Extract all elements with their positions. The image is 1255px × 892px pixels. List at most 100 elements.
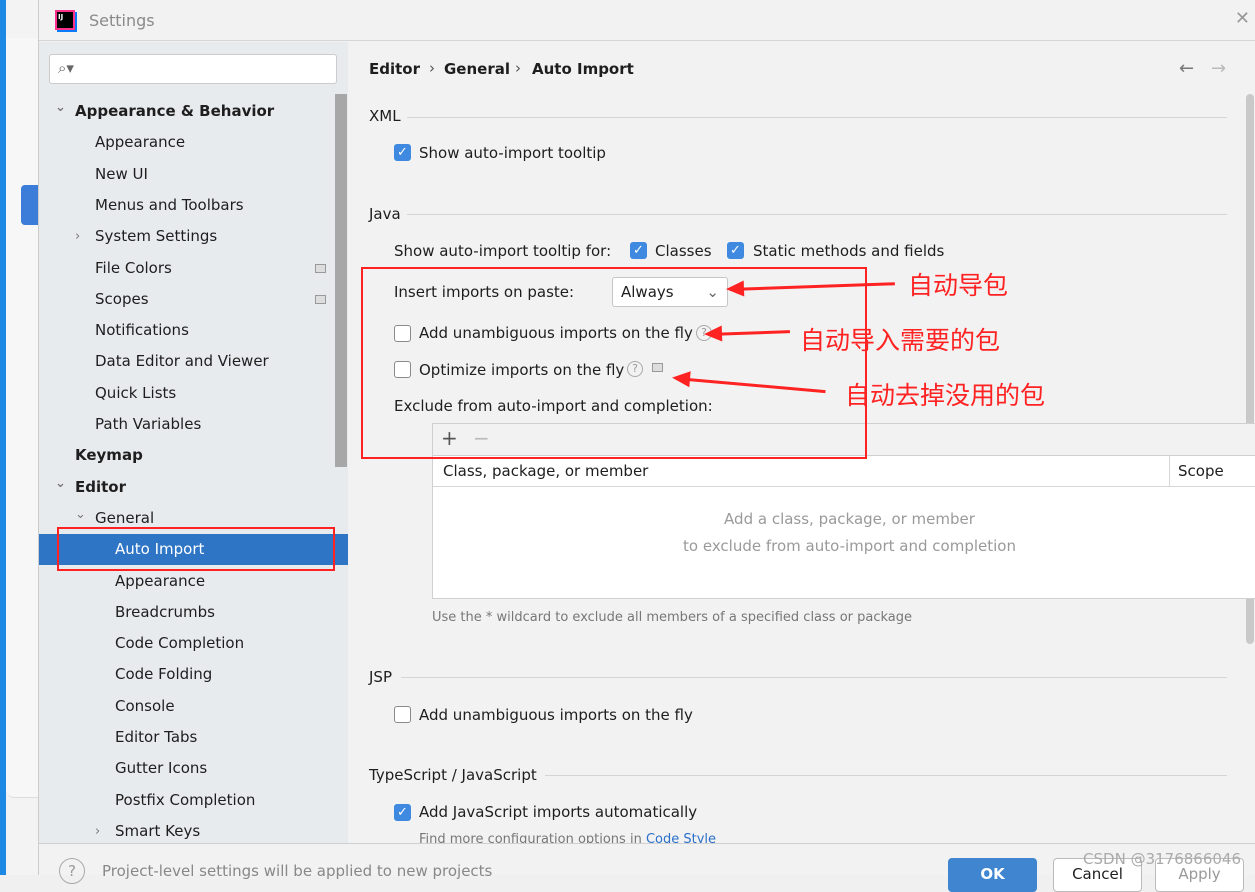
watermark: CSDN @3176866046 [1083,850,1241,868]
static-methods-checkbox[interactable]: ✓ [727,242,744,259]
section-java: Java [369,205,401,223]
breadcrumb-general[interactable]: General [444,60,510,78]
background-window [0,0,38,875]
settings-sidebar: ⌕▾ ⌄ Appearance & Behavior Appearance New U… [39,42,348,843]
tree-item[interactable]: File Colors [95,253,326,284]
sidebar-scrollbar[interactable] [335,94,347,467]
tree-item[interactable]: Path Variables [95,409,201,440]
tree-item-label: Code Folding [115,665,213,684]
title-bar: IJ Settings ✕ [39,0,1255,41]
empty-text-2: to exclude from auto-import and completi… [683,537,1016,555]
breadcrumb-editor[interactable]: Editor [369,60,420,78]
tree-item-label: Appearance & Behavior [75,102,275,120]
tree-item-label: Appearance [95,133,186,152]
tree-item[interactable]: Code Completion [115,628,244,659]
column-header-class[interactable]: Class, package, or member [443,462,648,480]
tree-item-label: Appearance [115,571,206,590]
annotation-box-java [361,267,867,459]
jsp-unambiguous-checkbox[interactable] [394,706,411,723]
chevron-down-icon[interactable]: ⌄ [55,92,66,123]
tree-item[interactable]: Data Editor and Viewer [95,346,269,377]
divider [407,117,1227,118]
tree-item[interactable]: Scopes [95,284,326,315]
ok-button[interactable]: OK [948,858,1037,892]
chevron-down-icon[interactable]: ⌄ [75,499,86,530]
tree-item[interactable]: Gutter Icons [115,753,207,784]
divider [545,775,1227,776]
section-typescript: TypeScript / JavaScript [369,766,537,784]
annotation-box-auto-import [57,527,335,571]
close-icon[interactable]: ✕ [1235,8,1250,29]
add-js-imports-checkbox[interactable]: ✓ [394,804,411,821]
classes-label: Classes [655,242,712,260]
tree-item-label: Notifications [95,321,189,340]
chevron-down-icon[interactable]: ⌄ [55,468,66,499]
divider [407,214,1227,215]
tree-item[interactable]: ⌄ Appearance & Behavior [55,96,275,127]
footer-text: Project-level settings will be applied t… [102,862,493,880]
chevron-right-icon[interactable]: › [75,221,80,252]
tree-item-label: File Colors [95,258,172,277]
tree-item-label: Postfix Completion [115,790,256,809]
tree-item[interactable]: Postfix Completion [115,785,255,816]
classes-checkbox[interactable]: ✓ [630,242,647,259]
app-logo: IJ [55,10,75,30]
tree-item[interactable]: Breadcrumbs [115,597,215,628]
column-header-scope[interactable]: Scope [1178,462,1224,480]
tree-item-label: Scopes [95,289,149,308]
breadcrumb-separator: › [515,59,521,77]
tree-item-label: Editor [75,477,126,496]
tree-item-label: Keymap [75,446,143,465]
add-js-imports-label: Add JavaScript imports automatically [419,803,698,821]
tree-item[interactable]: New UI [95,159,148,190]
tree-item-label: Data Editor and Viewer [95,352,269,371]
annotation-text: 自动导包 [908,271,1009,300]
tree-item[interactable]: Menus and Toolbars [95,190,244,221]
tree-item[interactable]: Keymap [75,440,143,471]
tree-item-label: Menus and Toolbars [95,195,244,214]
search-input[interactable]: ⌕▾ [49,54,337,84]
annotation-text: 自动导入需要的包 [800,326,1001,355]
tree-item-label: Smart Keys [115,821,201,840]
back-arrow-icon[interactable]: ← [1179,58,1194,79]
jsp-unambiguous-label: Add unambiguous imports on the fly [419,706,693,724]
tree-item[interactable]: Console [115,691,175,722]
dialog-footer: ? Project-level settings will be applied… [39,843,1255,892]
tree-item-label: Breadcrumbs [115,602,215,621]
tree-item[interactable]: Code Folding [115,659,212,690]
project-scope-icon [315,263,326,273]
more-options-text: Find more configuration options in Code … [419,832,716,843]
tree-item-label: Quick Lists [95,383,177,402]
tree-item-label: Path Variables [95,415,202,433]
tree-item-label: New UI [95,164,148,183]
static-methods-label: Static methods and fields [753,242,945,260]
tree-item-label: System Settings [95,227,218,246]
annotation-text: 自动去掉没用的包 [845,381,1046,410]
section-jsp: JSP [369,668,392,686]
breadcrumb-auto-import: Auto Import [532,60,634,78]
show-auto-import-tooltip-label: Show auto-import tooltip [419,144,606,162]
search-icon: ⌕▾ [58,59,74,77]
forward-arrow-icon[interactable]: → [1211,58,1226,79]
divider [401,677,1227,678]
table-header: Class, package, or member Scope [433,456,1255,487]
tree-item[interactable]: Appearance [95,127,185,158]
tooltip-for-label: Show auto-import tooltip for: [394,242,612,260]
tree-item-label: Code Completion [115,634,245,653]
breadcrumb-separator: › [429,59,435,77]
help-button[interactable]: ? [59,858,85,884]
tree-item[interactable]: Quick Lists [95,378,176,409]
empty-text-1: Add a class, package, or member [724,510,975,528]
tree-item-label: Gutter Icons [115,759,208,778]
tree-item[interactable]: Notifications [95,315,189,346]
window-title: Settings [89,11,155,30]
tree-item-label: Editor Tabs [115,728,198,746]
tree-item[interactable]: › System Settings [75,221,218,252]
project-scope-icon [315,294,326,304]
code-style-link[interactable]: Code Style [646,832,716,843]
wildcard-note: Use the * wildcard to exclude all member… [432,610,913,625]
tree-item[interactable]: Editor Tabs [115,722,197,753]
tree-item-label: Console [115,696,175,715]
tree-item-label: General [95,508,155,527]
show-auto-import-tooltip-checkbox[interactable]: ✓ [394,144,411,161]
